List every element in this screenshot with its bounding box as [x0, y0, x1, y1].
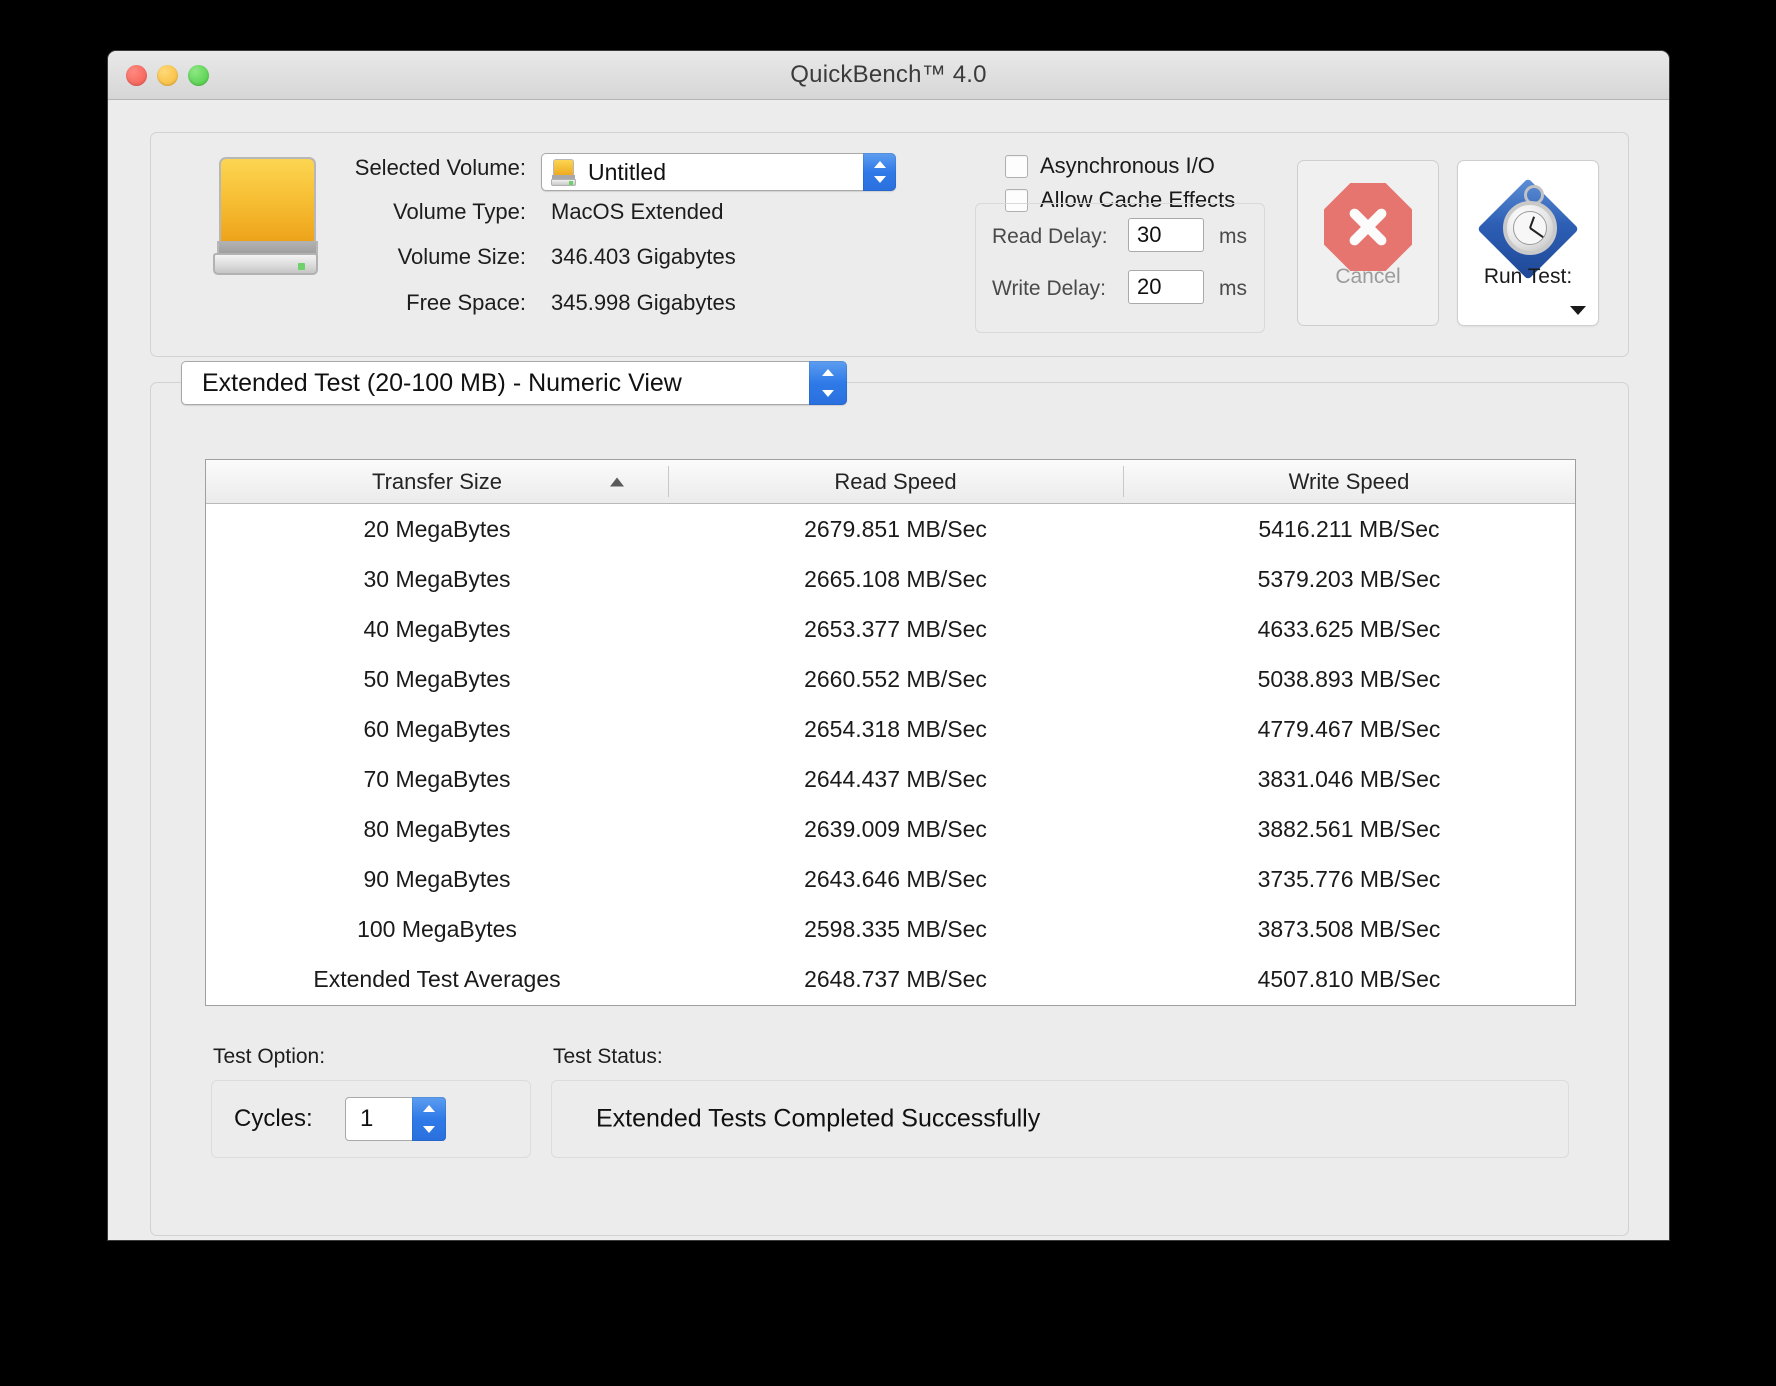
volume-info-panel: Selected Volume: Volume Type: Volume Siz…: [150, 132, 1629, 357]
cell-write-speed: 4507.810 MB/Sec: [1257, 965, 1441, 992]
cell-transfer-size: 60 MegaBytes: [363, 715, 511, 742]
cell-transfer-size: Extended Test Averages: [313, 965, 561, 992]
table-row-averages[interactable]: Extended Test Averages 2648.737 MB/Sec 4…: [206, 954, 1575, 1004]
cell-read-speed: 2665.108 MB/Sec: [804, 565, 987, 592]
free-space-value: 345.998 Gigabytes: [551, 290, 736, 315]
cell-write-speed: 4633.625 MB/Sec: [1257, 615, 1441, 642]
selected-volume-dropdown[interactable]: Untitled: [541, 153, 896, 191]
cell-read-speed: 2648.737 MB/Sec: [804, 965, 987, 992]
cell-write-speed: 5038.893 MB/Sec: [1257, 665, 1441, 692]
cell-read-speed: 2639.009 MB/Sec: [804, 815, 987, 842]
window-content: Selected Volume: Volume Type: Volume Siz…: [108, 100, 1669, 1240]
volume-drive-icon: [551, 159, 576, 186]
read-delay-label: Read Delay:: [992, 225, 1108, 248]
table-row[interactable]: 100 MegaBytes 2598.335 MB/Sec 3873.508 M…: [206, 904, 1575, 954]
test-option-group: Cycles: 1: [211, 1080, 531, 1158]
table-row[interactable]: 30 MegaBytes 2665.108 MB/Sec 5379.203 MB…: [206, 554, 1575, 604]
cancel-button[interactable]: Cancel: [1297, 160, 1439, 326]
window-title: QuickBench™ 4.0: [790, 61, 987, 88]
cell-write-speed: 3831.046 MB/Sec: [1257, 765, 1441, 792]
volume-type-label: Volume Type:: [393, 199, 526, 224]
write-delay-unit: ms: [1219, 277, 1247, 300]
cycles-label: Cycles:: [234, 1105, 313, 1132]
test-status-group: Extended Tests Completed Successfully: [551, 1080, 1569, 1158]
free-space-label: Free Space:: [406, 290, 526, 315]
read-delay-input[interactable]: 30: [1128, 218, 1204, 252]
results-panel: Extended Test (20-100 MB) - Numeric View…: [150, 361, 1629, 1236]
sort-ascending-icon: [610, 477, 624, 486]
table-row[interactable]: 70 MegaBytes 2644.437 MB/Sec 3831.046 MB…: [206, 754, 1575, 804]
cell-read-speed: 2598.335 MB/Sec: [804, 915, 987, 942]
cell-write-speed: 3735.776 MB/Sec: [1257, 865, 1441, 892]
cell-transfer-size: 50 MegaBytes: [363, 665, 511, 692]
async-io-checkbox[interactable]: [1005, 154, 1028, 178]
cell-transfer-size: 90 MegaBytes: [363, 865, 511, 892]
cell-read-speed: 2644.437 MB/Sec: [804, 765, 987, 792]
cell-transfer-size: 40 MegaBytes: [363, 615, 511, 642]
screen: QuickBench™ 4.0 Selected Volume: Volume …: [0, 0, 1776, 1386]
volume-dropdown-stepper-icon[interactable]: [863, 153, 896, 191]
cell-transfer-size: 80 MegaBytes: [363, 815, 511, 842]
write-delay-label: Write Delay:: [992, 277, 1106, 300]
column-header-transfer-size[interactable]: Transfer Size: [206, 460, 668, 503]
async-io-checkbox-row[interactable]: Asynchronous I/O: [1005, 153, 1215, 179]
delay-settings-group: Read Delay: 30 ms Write Delay: 20 ms: [975, 203, 1265, 333]
cell-read-speed: 2643.646 MB/Sec: [804, 865, 987, 892]
cancel-stop-icon: [1324, 183, 1412, 271]
selected-volume-label: Selected Volume:: [354, 155, 526, 180]
table-row[interactable]: 20 MegaBytes 2679.851 MB/Sec 5416.211 MB…: [206, 504, 1575, 554]
table-row[interactable]: 90 MegaBytes 2643.646 MB/Sec 3735.776 MB…: [206, 854, 1575, 904]
column-header-write-speed[interactable]: Write Speed: [1123, 460, 1575, 503]
table-row[interactable]: 40 MegaBytes 2653.377 MB/Sec 4633.625 MB…: [206, 604, 1575, 654]
column-header-write-speed-label: Write Speed: [1288, 468, 1410, 494]
volume-type-value: MacOS Extended: [551, 199, 724, 224]
test-status-group-label: Test Status:: [553, 1045, 663, 1068]
cell-write-speed: 3882.561 MB/Sec: [1257, 815, 1441, 842]
test-status-message: Extended Tests Completed Successfully: [596, 1104, 1041, 1133]
cycles-stepper-icon[interactable]: [412, 1097, 446, 1141]
async-io-label: Asynchronous I/O: [1040, 153, 1215, 178]
cell-transfer-size: 20 MegaBytes: [363, 515, 511, 542]
cell-read-speed: 2679.851 MB/Sec: [804, 515, 987, 542]
run-test-dropdown-arrow-icon[interactable]: [1570, 306, 1586, 315]
cancel-button-label: Cancel: [1335, 265, 1401, 288]
run-test-button[interactable]: Run Test:: [1457, 160, 1599, 326]
window-titlebar[interactable]: QuickBench™ 4.0: [108, 51, 1669, 100]
cell-write-speed: 3873.508 MB/Sec: [1257, 915, 1441, 942]
cycles-stepper-input[interactable]: 1: [345, 1097, 446, 1141]
table-header-row: Transfer Size Read Speed Write Speed: [206, 460, 1575, 504]
column-header-read-speed-label: Read Speed: [834, 468, 957, 494]
cell-read-speed: 2654.318 MB/Sec: [804, 715, 987, 742]
cell-read-speed: 2653.377 MB/Sec: [804, 615, 987, 642]
cell-write-speed: 4779.467 MB/Sec: [1257, 715, 1441, 742]
volume-size-value: 346.403 Gigabytes: [551, 244, 736, 269]
hard-drive-icon: [213, 157, 318, 275]
cell-write-speed: 5416.211 MB/Sec: [1258, 515, 1440, 542]
cell-read-speed: 2660.552 MB/Sec: [804, 665, 987, 692]
table-row[interactable]: 60 MegaBytes 2654.318 MB/Sec 4779.467 MB…: [206, 704, 1575, 754]
selected-volume-value: Untitled: [588, 159, 666, 185]
table-row[interactable]: 80 MegaBytes 2639.009 MB/Sec 3882.561 MB…: [206, 804, 1575, 854]
write-delay-input[interactable]: 20: [1128, 270, 1204, 304]
test-option-group-label: Test Option:: [213, 1045, 326, 1068]
cell-write-speed: 5379.203 MB/Sec: [1257, 565, 1441, 592]
cycles-value: 1: [360, 1105, 374, 1132]
cell-transfer-size: 30 MegaBytes: [363, 565, 511, 592]
test-view-selected-value: Extended Test (20-100 MB) - Numeric View: [202, 369, 682, 397]
cell-transfer-size: 100 MegaBytes: [357, 915, 517, 942]
results-table: Transfer Size Read Speed Write Speed 20 …: [205, 459, 1576, 1006]
test-view-stepper-icon[interactable]: [809, 361, 847, 405]
table-row[interactable]: 50 MegaBytes 2660.552 MB/Sec 5038.893 MB…: [206, 654, 1575, 704]
column-header-read-speed[interactable]: Read Speed: [668, 460, 1123, 503]
read-delay-unit: ms: [1219, 225, 1247, 248]
run-test-button-label: Run Test:: [1483, 265, 1573, 288]
test-view-dropdown[interactable]: Extended Test (20-100 MB) - Numeric View: [181, 361, 847, 405]
quickbench-window: QuickBench™ 4.0 Selected Volume: Volume …: [108, 51, 1669, 1240]
column-header-transfer-size-label: Transfer Size: [371, 468, 502, 494]
cell-transfer-size: 70 MegaBytes: [363, 765, 511, 792]
volume-size-label: Volume Size:: [397, 244, 526, 269]
